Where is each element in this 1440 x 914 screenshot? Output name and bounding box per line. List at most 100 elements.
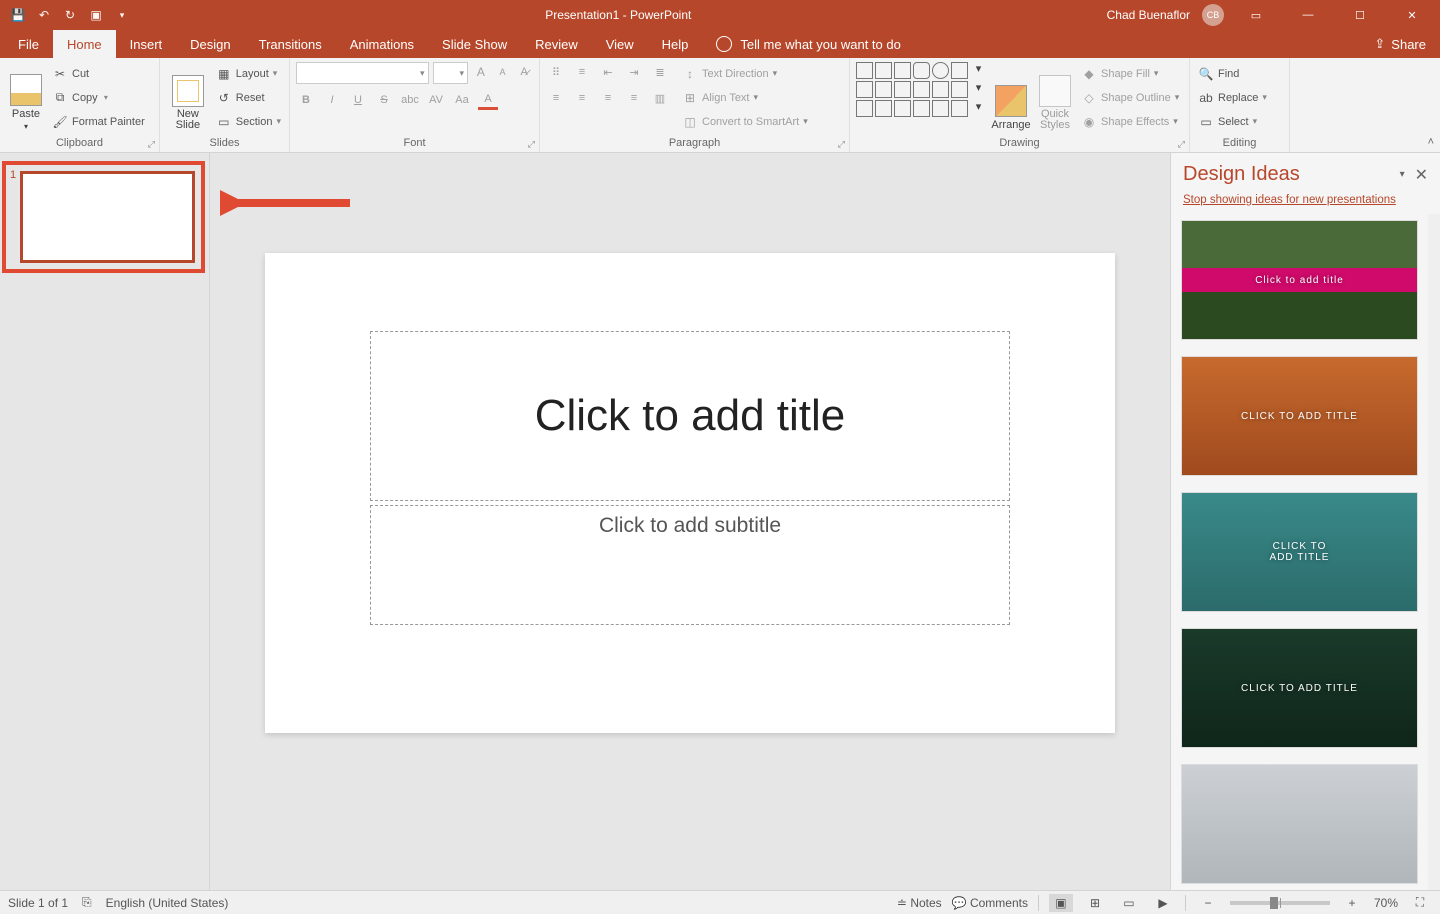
clear-formatting-icon[interactable]: A̷	[515, 62, 533, 82]
increase-indent-icon[interactable]: ⇥	[624, 62, 644, 82]
italic-icon[interactable]: I	[322, 90, 342, 110]
underline-icon[interactable]: U	[348, 90, 368, 110]
design-idea-2[interactable]: CLICK TO ADD TITLE	[1181, 356, 1418, 476]
columns-icon[interactable]: ▥	[650, 88, 670, 108]
shape-roundrect-icon[interactable]	[913, 62, 930, 79]
text-shadow-icon[interactable]: abc	[400, 90, 420, 110]
shape-connector-icon[interactable]	[856, 81, 873, 98]
tab-transitions[interactable]: Transitions	[245, 30, 336, 58]
current-slide[interactable]: Click to add title Click to add subtitle	[265, 253, 1115, 733]
shape-bracket-icon[interactable]	[932, 100, 949, 117]
slide-canvas[interactable]: Click to add title Click to add subtitle	[210, 153, 1170, 890]
user-avatar[interactable]: CB	[1202, 4, 1224, 26]
find-button[interactable]: 🔍Find	[1196, 63, 1269, 85]
zoom-out-icon[interactable]: −	[1196, 894, 1220, 912]
design-idea-4[interactable]: CLICK TO ADD TITLE	[1181, 628, 1418, 748]
shape-scribble-icon[interactable]	[894, 100, 911, 117]
design-pane-scrollbar[interactable]	[1428, 214, 1440, 890]
change-case-icon[interactable]: Aa	[452, 90, 472, 110]
tab-design[interactable]: Design	[176, 30, 244, 58]
decrease-indent-icon[interactable]: ⇤	[598, 62, 618, 82]
new-slide-button[interactable]: New Slide	[166, 62, 210, 133]
align-center-icon[interactable]: ≡	[572, 88, 592, 108]
font-dialog-launcher-icon[interactable]: ⤢	[528, 139, 535, 150]
subtitle-placeholder[interactable]: Click to add subtitle	[370, 505, 1010, 625]
shape-star-icon[interactable]	[913, 81, 930, 98]
pane-options-icon[interactable]: ▾	[1400, 169, 1405, 180]
qat-customize-icon[interactable]: ▾	[114, 7, 130, 23]
spellcheck-icon[interactable]: ⎘	[82, 895, 92, 910]
redo-icon[interactable]: ↻	[62, 7, 78, 23]
zoom-slider[interactable]	[1230, 901, 1330, 905]
bold-icon[interactable]: B	[296, 90, 316, 110]
design-idea-1[interactable]: Click to add title	[1181, 220, 1418, 340]
copy-button[interactable]: ⧉Copy ▾	[50, 87, 147, 109]
collapse-ribbon-icon[interactable]: ˄	[1428, 136, 1434, 148]
shape-action-icon[interactable]	[951, 81, 968, 98]
slide-sorter-view-icon[interactable]: ⊞	[1083, 894, 1107, 912]
normal-view-icon[interactable]: ▣	[1049, 894, 1073, 912]
slideshow-view-icon[interactable]: ▶	[1151, 894, 1175, 912]
justify-icon[interactable]: ≡	[624, 88, 644, 108]
design-idea-3[interactable]: CLICK TO ADD TITLE	[1181, 492, 1418, 612]
align-left-icon[interactable]: ≡	[546, 88, 566, 108]
shape-elbow-icon[interactable]	[875, 81, 892, 98]
notes-button[interactable]: ≐ Notes	[897, 896, 942, 910]
tab-review[interactable]: Review	[521, 30, 592, 58]
shape-freeform-icon[interactable]	[875, 100, 892, 117]
char-spacing-icon[interactable]: AV	[426, 90, 446, 110]
design-idea-5[interactable]	[1181, 764, 1418, 884]
user-name[interactable]: Chad Buenaflor	[1107, 8, 1190, 22]
select-button[interactable]: ▭Select	[1196, 111, 1269, 133]
layout-button[interactable]: ▦Layout	[214, 63, 283, 85]
tell-me-search[interactable]: Tell me what you want to do	[716, 30, 900, 58]
undo-icon[interactable]: ↶	[36, 7, 52, 23]
font-size-combo[interactable]: ▾	[433, 62, 469, 84]
save-icon[interactable]: 💾	[10, 7, 26, 23]
shape-brace-icon[interactable]	[913, 100, 930, 117]
tab-help[interactable]: Help	[648, 30, 703, 58]
close-icon[interactable]: ✕	[1392, 0, 1432, 30]
cut-button[interactable]: ✂Cut	[50, 63, 147, 85]
convert-smartart-button[interactable]: ◫Convert to SmartArt	[680, 111, 810, 133]
shape-line-icon[interactable]	[856, 62, 873, 79]
shape-arrow-icon[interactable]	[875, 62, 892, 79]
shape-blockarrow-icon[interactable]	[894, 81, 911, 98]
shape-more-row1-icon[interactable]: ▾	[970, 62, 987, 79]
grow-font-icon[interactable]: A	[472, 62, 490, 82]
shape-callout-icon[interactable]	[932, 81, 949, 98]
tab-home[interactable]: Home	[53, 30, 116, 58]
replace-button[interactable]: abReplace	[1196, 87, 1269, 109]
tab-file[interactable]: File	[4, 30, 53, 58]
tab-insert[interactable]: Insert	[116, 30, 177, 58]
shape-text-icon[interactable]	[951, 100, 968, 117]
drawing-dialog-launcher-icon[interactable]: ⤢	[1178, 139, 1185, 150]
shape-more-row2-icon[interactable]: ▾	[970, 81, 987, 98]
font-color-icon[interactable]: A	[478, 90, 498, 110]
shape-effects-button[interactable]: ◉Shape Effects	[1079, 111, 1181, 133]
shape-outline-button[interactable]: ◇Shape Outline	[1079, 87, 1181, 109]
paste-button[interactable]: Paste ▾	[6, 62, 46, 133]
tab-view[interactable]: View	[592, 30, 648, 58]
pane-close-icon[interactable]: ✕	[1415, 165, 1428, 185]
shape-ellipse-icon[interactable]	[932, 62, 949, 79]
quick-styles-button[interactable]: Quick Styles	[1035, 62, 1075, 133]
shrink-font-icon[interactable]: A	[494, 62, 512, 82]
arrange-button[interactable]: Arrange	[991, 62, 1031, 133]
zoom-in-icon[interactable]: +	[1340, 894, 1364, 912]
shape-curve-icon[interactable]	[856, 100, 873, 117]
text-direction-button[interactable]: ↕Text Direction	[680, 63, 810, 85]
line-spacing-icon[interactable]: ≣	[650, 62, 670, 82]
clipboard-dialog-launcher-icon[interactable]: ⤢	[148, 139, 155, 150]
start-from-beginning-icon[interactable]: ▣	[88, 7, 104, 23]
format-painter-button[interactable]: 🖌Format Painter	[50, 111, 147, 133]
maximize-icon[interactable]: ☐	[1340, 0, 1380, 30]
shapes-gallery[interactable]: ▾ ▾ ▾	[856, 62, 987, 133]
align-text-button[interactable]: ⊞Align Text	[680, 87, 810, 109]
tab-slide-show[interactable]: Slide Show	[428, 30, 521, 58]
language-indicator[interactable]: English (United States)	[106, 896, 229, 910]
bullets-icon[interactable]: ⠿	[546, 62, 566, 82]
fit-to-window-icon[interactable]: ⛶	[1408, 894, 1432, 912]
section-button[interactable]: ▭Section	[214, 111, 283, 133]
ribbon-display-options-icon[interactable]: ▭	[1236, 0, 1276, 30]
